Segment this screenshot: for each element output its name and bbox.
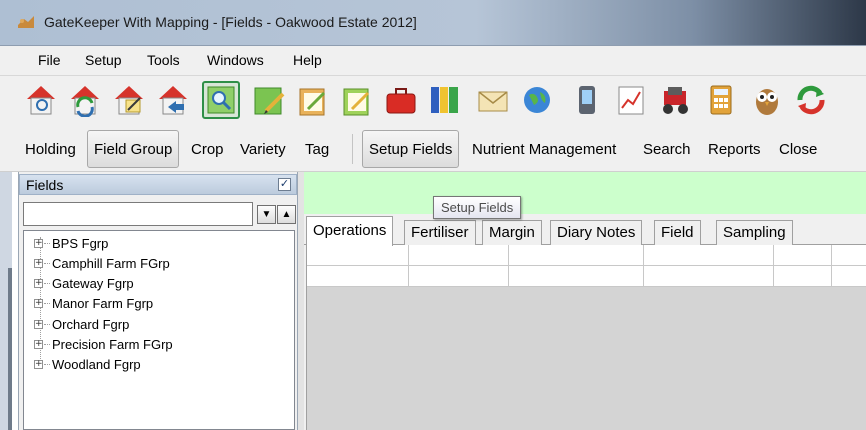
fields-panel-title: Fields [26, 177, 64, 193]
tree-item[interactable]: + Manor Farm Fgrp [34, 295, 153, 311]
grid-cell[interactable] [644, 266, 774, 287]
operations-grid [306, 245, 866, 430]
calculator-icon[interactable] [702, 81, 740, 119]
grid-header-row [307, 245, 866, 266]
sync-icon[interactable] [792, 81, 830, 119]
reports-button[interactable]: Reports [708, 141, 761, 158]
tree-item-label: Woodland Fgrp [52, 356, 141, 372]
fields-filter-input[interactable] [23, 202, 253, 226]
holding-icon[interactable] [22, 81, 60, 119]
filter-down-button[interactable]: ▼ [257, 205, 276, 224]
holding-back-icon[interactable] [154, 81, 192, 119]
grid-cell[interactable] [509, 245, 644, 266]
tab-operations[interactable]: Operations [306, 216, 394, 246]
grid-row [307, 266, 866, 287]
icon-toolbar [0, 76, 866, 124]
detail-tabs: Operations Fertiliser Margin Diary Notes… [304, 216, 866, 246]
grid-cell[interactable] [774, 266, 832, 287]
window-left-edge-shadow [8, 268, 12, 430]
crop-button[interactable]: Crop [191, 141, 224, 158]
expand-plus-icon[interactable]: + [34, 339, 43, 349]
field-group-button[interactable]: Field Group [87, 130, 180, 168]
holding-refresh-icon[interactable] [66, 81, 104, 119]
menu-setup[interactable]: Setup [85, 52, 122, 68]
nutrient-management-button[interactable]: Nutrient Management [472, 141, 616, 158]
tree-item[interactable]: + Woodland Fgrp [34, 356, 141, 372]
expand-plus-icon[interactable]: + [34, 238, 43, 248]
tree-item-label: Gateway Fgrp [52, 275, 134, 291]
briefcase-icon[interactable] [382, 81, 420, 119]
tree-item[interactable]: + Precision Farm FGrp [34, 336, 173, 352]
tag-button[interactable]: Tag [305, 141, 329, 158]
tab-sampling[interactable]: Sampling [716, 220, 793, 245]
menu-windows[interactable]: Windows [207, 52, 264, 68]
window-title: GateKeeper With Mapping - [Fields - Oakw… [44, 14, 417, 30]
holding-button[interactable]: Holding [25, 141, 76, 158]
handheld-device-icon[interactable] [568, 81, 606, 119]
tab-margin[interactable]: Margin [482, 220, 542, 245]
tree-item[interactable]: + Gateway Fgrp [34, 275, 134, 291]
tractor-icon[interactable] [656, 81, 694, 119]
tab-fertiliser[interactable]: Fertiliser [404, 220, 476, 245]
globe-icon[interactable] [518, 81, 556, 119]
field-group-search-icon[interactable] [202, 81, 240, 119]
tree-item-label: Precision Farm FGrp [52, 336, 173, 352]
expand-plus-icon[interactable]: + [34, 298, 43, 308]
tab-field[interactable]: Field [654, 220, 701, 245]
crop-pencil-icon[interactable] [250, 81, 288, 119]
grid-cell[interactable] [509, 266, 644, 287]
grid-cell[interactable] [307, 245, 409, 266]
holding-edit-icon[interactable] [110, 81, 148, 119]
title-bar: GateKeeper With Mapping - [Fields - Oakw… [0, 0, 866, 46]
owl-icon[interactable] [748, 81, 786, 119]
grid-cell[interactable] [409, 266, 509, 287]
menu-help[interactable]: Help [293, 52, 322, 68]
variety-button[interactable]: Variety [240, 141, 286, 158]
text-toolbar: Holding Field Group Crop Variety Tag Set… [0, 124, 866, 172]
ledger-icon[interactable] [426, 81, 464, 119]
triangle-up-icon: ▲ [281, 208, 292, 220]
variety-notepad-icon[interactable] [294, 81, 332, 119]
grid-cell[interactable] [832, 245, 866, 266]
toolbar-separator [352, 134, 353, 164]
fields-panel: Fields ✓ ▼ ▲ + BPS Fgrp + Camphill Farm … [18, 172, 298, 430]
expand-plus-icon[interactable]: + [34, 359, 43, 369]
search-button[interactable]: Search [643, 141, 691, 158]
filter-up-button[interactable]: ▲ [277, 205, 296, 224]
tree-item-label: BPS Fgrp [52, 235, 109, 251]
field-group-tree: + BPS Fgrp + Camphill Farm FGrp + Gatewa… [23, 230, 295, 430]
mail-icon[interactable] [474, 81, 512, 119]
grid-cell[interactable] [644, 245, 774, 266]
triangle-down-icon: ▼ [261, 208, 272, 220]
close-button[interactable]: Close [779, 141, 817, 158]
expand-plus-icon[interactable]: + [34, 258, 43, 268]
expand-plus-icon[interactable]: + [34, 319, 43, 329]
tree-item[interactable]: + Camphill Farm FGrp [34, 255, 170, 271]
menu-file[interactable]: File [38, 52, 61, 68]
grid-cell[interactable] [832, 266, 866, 287]
menu-tools[interactable]: Tools [147, 52, 180, 68]
tree-item-label: Orchard Fgrp [52, 316, 130, 332]
chart-icon[interactable] [612, 81, 650, 119]
grid-cell[interactable] [409, 245, 509, 266]
status-banner [304, 172, 866, 214]
tag-notepad-icon[interactable] [338, 81, 376, 119]
tree-item[interactable]: + Orchard Fgrp [34, 316, 129, 332]
tab-diary-notes[interactable]: Diary Notes [550, 220, 643, 245]
fields-panel-header: Fields ✓ [19, 174, 297, 195]
menu-bar: File Setup Tools Windows Help [0, 46, 866, 76]
tree-item-label: Manor Farm Fgrp [52, 295, 154, 311]
tree-item[interactable]: + BPS Fgrp [34, 235, 108, 251]
setup-fields-tooltip: Setup Fields [433, 196, 522, 219]
expand-plus-icon[interactable]: + [34, 278, 43, 288]
gatekeeper-app-icon [18, 16, 34, 28]
grid-cell[interactable] [774, 245, 832, 266]
tree-item-label: Camphill Farm FGrp [52, 255, 170, 271]
grid-cell[interactable] [307, 266, 409, 287]
main-content: Operations Fertiliser Margin Diary Notes… [304, 172, 866, 430]
fields-panel-checkbox[interactable]: ✓ [278, 178, 291, 191]
setup-fields-button[interactable]: Setup Fields [362, 130, 460, 168]
